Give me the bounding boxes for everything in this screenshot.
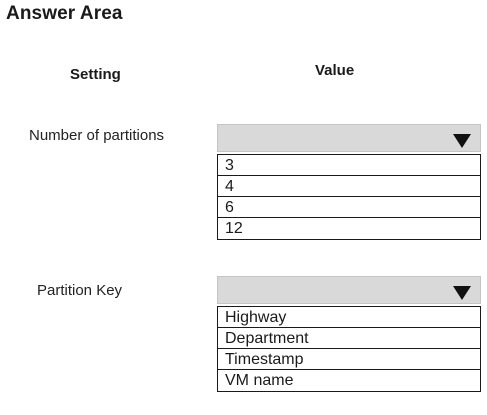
dropdown-number-of-partitions[interactable]: 3 4 6 12 <box>217 124 481 240</box>
option-12[interactable]: 12 <box>218 218 480 239</box>
option-vm-name[interactable]: VM name <box>218 370 480 391</box>
label-number-of-partitions: Number of partitions <box>29 127 165 144</box>
label-partition-key: Partition Key <box>37 282 123 299</box>
column-header-setting: Setting <box>70 66 121 83</box>
option-highway[interactable]: Highway <box>218 307 480 328</box>
triangle-down-icon[interactable] <box>453 134 471 148</box>
dropdown-partition-key[interactable]: Highway Department Timestamp VM name <box>217 276 481 392</box>
option-department[interactable]: Department <box>218 328 480 349</box>
option-6[interactable]: 6 <box>218 197 480 218</box>
dropdown-header[interactable] <box>217 124 481 152</box>
option-3[interactable]: 3 <box>218 155 480 176</box>
column-header-value: Value <box>315 62 355 79</box>
option-timestamp[interactable]: Timestamp <box>218 349 480 370</box>
triangle-down-icon[interactable] <box>453 286 471 300</box>
page-title: Answer Area <box>6 3 123 24</box>
dropdown-header[interactable] <box>217 276 481 304</box>
dropdown-options: 3 4 6 12 <box>217 154 481 240</box>
option-4[interactable]: 4 <box>218 176 480 197</box>
dropdown-options: Highway Department Timestamp VM name <box>217 306 481 392</box>
